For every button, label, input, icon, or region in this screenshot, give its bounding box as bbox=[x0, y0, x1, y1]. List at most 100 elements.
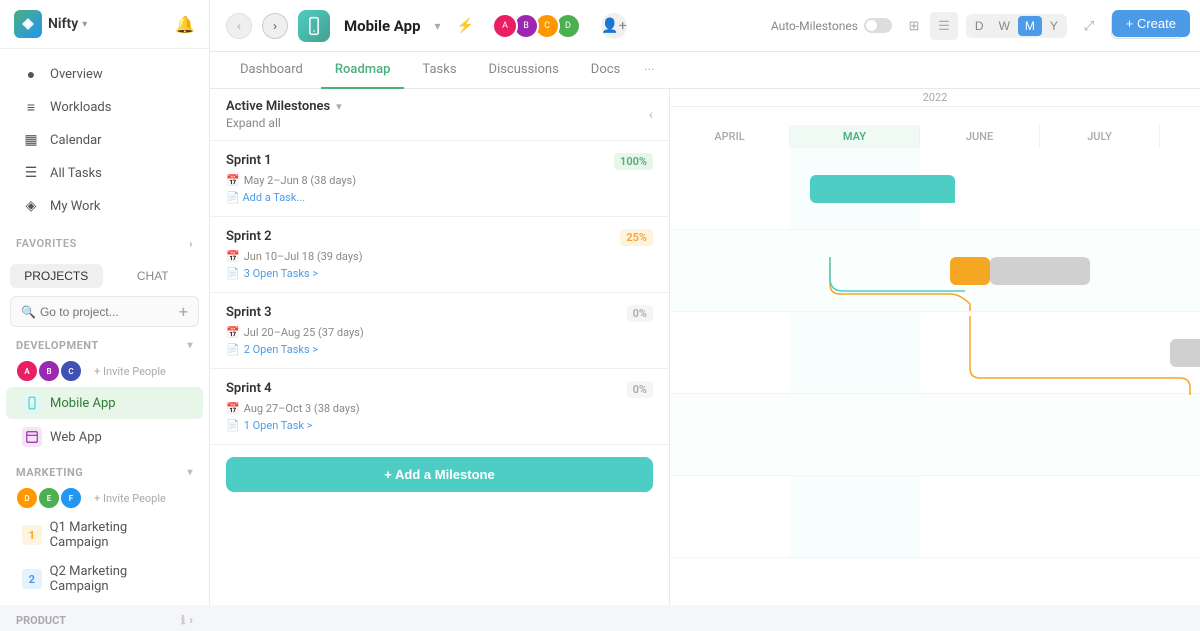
sprint-3-tasks[interactable]: 📄 2 Open Tasks > bbox=[226, 343, 653, 356]
gantt-panel: 2022 APRIL MAY JUNE JULY AUGUST SEPTEMBE… bbox=[670, 89, 1200, 605]
sprint-4-tasks[interactable]: 📄 1 Open Task > bbox=[226, 419, 653, 432]
expand-all[interactable]: Expand all bbox=[226, 116, 342, 130]
mkt-invite-people[interactable]: + Invite People bbox=[94, 492, 166, 505]
sidebar-label-calendar: Calendar bbox=[50, 133, 102, 148]
sprint-2-bar-start[interactable] bbox=[950, 257, 990, 285]
sprint-1-action: Add a Task... bbox=[242, 191, 305, 204]
month-august: AUGUST bbox=[1160, 125, 1200, 148]
tab-discussions[interactable]: Discussions bbox=[475, 52, 573, 89]
project-item-q2[interactable]: 2 Q2 Marketing Campaign bbox=[6, 558, 203, 600]
auto-milestones-toggle-container: Auto-Milestones bbox=[771, 18, 892, 33]
add-milestone-button[interactable]: + Add a Milestone bbox=[226, 457, 653, 492]
sprint-3-action: 2 Open Tasks > bbox=[244, 343, 318, 356]
search-project-input[interactable] bbox=[40, 305, 179, 319]
top-avatar-1: A bbox=[492, 13, 518, 39]
list-view-button[interactable]: ☰ bbox=[930, 12, 958, 40]
sprint-2-date-text: Jun 10–Jul 18 (39 days) bbox=[244, 250, 363, 263]
q1-icon: 1 bbox=[22, 525, 42, 545]
sidebar: Nifty ▾ 🔔 ● Overview ≡ Workloads ▦ Calen… bbox=[0, 0, 210, 605]
dev-avatar-3: C bbox=[60, 360, 82, 382]
topbar: ‹ › Mobile App ▾ ⚡ A B C D 👤+ Auto-Miles… bbox=[210, 0, 1200, 52]
milestones-title: Active Milestones bbox=[226, 99, 330, 114]
project-item-mobile-app[interactable]: Mobile App bbox=[6, 387, 203, 419]
q2-icon: 2 bbox=[22, 569, 42, 589]
month-may: MAY bbox=[790, 125, 920, 148]
sidebar-nav: ● Overview ≡ Workloads ▦ Calendar ☰ All … bbox=[0, 49, 209, 231]
day-button[interactable]: D bbox=[968, 16, 991, 36]
sprint-2-bar-end[interactable] bbox=[990, 257, 1090, 285]
sidebar-item-all-tasks[interactable]: ☰ All Tasks bbox=[6, 157, 203, 189]
document-icon-4: 📄 bbox=[226, 419, 240, 432]
project-item-q1[interactable]: 1 Q1 Marketing Campaign bbox=[6, 514, 203, 556]
week-button[interactable]: W bbox=[992, 16, 1017, 36]
gantt-year: 2022 bbox=[670, 89, 1200, 107]
grid-view-button[interactable]: ⊞ bbox=[900, 12, 928, 40]
back-button[interactable]: ‹ bbox=[226, 13, 252, 39]
auto-milestones-toggle[interactable] bbox=[864, 18, 892, 33]
milestones-title-container: Active Milestones ▾ Expand all bbox=[226, 99, 342, 130]
tab-tasks[interactable]: Tasks bbox=[408, 52, 470, 89]
project-dropdown-arrow[interactable]: ▾ bbox=[435, 19, 441, 33]
projects-tab[interactable]: PROJECTS bbox=[10, 264, 103, 288]
tab-docs[interactable]: Docs bbox=[577, 52, 634, 89]
create-button[interactable]: + Create bbox=[1112, 10, 1190, 37]
sprint-2: Sprint 2 25% 📅 Jun 10–Jul 18 (39 days) 📄… bbox=[210, 217, 669, 293]
sprint-4-action: 1 Open Task > bbox=[244, 419, 313, 432]
milestones-dropdown-arrow[interactable]: ▾ bbox=[336, 100, 342, 113]
panel-collapse-button[interactable]: ‹ bbox=[649, 107, 653, 123]
sprint-2-badge: 25% bbox=[620, 229, 653, 246]
view-buttons: ⊞ ☰ bbox=[900, 12, 958, 40]
time-buttons: D W M Y bbox=[966, 14, 1067, 38]
main-content: ‹ › Mobile App ▾ ⚡ A B C D 👤+ Auto-Miles… bbox=[210, 0, 1200, 605]
sprint-2-tasks[interactable]: 📄 3 Open Tasks > bbox=[226, 267, 653, 280]
more-tabs-button[interactable]: ··· bbox=[638, 53, 660, 88]
sprint-4: Sprint 4 0% 📅 Aug 27–Oct 3 (38 days) 📄 1… bbox=[210, 369, 669, 445]
web-app-label: Web App bbox=[50, 430, 102, 445]
product-section[interactable]: PRODUCT ℹ › bbox=[0, 605, 209, 631]
dev-invite-people[interactable]: + Invite People bbox=[94, 365, 166, 378]
tab-roadmap[interactable]: Roadmap bbox=[321, 52, 405, 89]
fullscreen-button[interactable]: ⤢ bbox=[1075, 12, 1103, 40]
forward-button[interactable]: › bbox=[262, 13, 288, 39]
product-chevron: › bbox=[189, 613, 193, 627]
sprint-3-bar[interactable] bbox=[1170, 339, 1200, 367]
year-button[interactable]: Y bbox=[1043, 16, 1065, 36]
sidebar-item-calendar[interactable]: ▦ Calendar bbox=[6, 124, 203, 156]
sprint-3-date: 📅 Jul 20–Aug 25 (37 days) bbox=[226, 326, 653, 339]
sprint-1-date: 📅 May 2–Jun 8 (38 days) bbox=[226, 174, 653, 187]
marketing-team-avatars: D E F + Invite People bbox=[0, 483, 209, 513]
top-team-avatars: A B C D bbox=[492, 13, 581, 39]
sidebar-item-workloads[interactable]: ≡ Workloads bbox=[6, 91, 203, 123]
sidebar-item-overview[interactable]: ● Overview bbox=[6, 58, 203, 90]
add-project-button[interactable]: + bbox=[179, 302, 188, 321]
bell-icon[interactable]: 🔔 bbox=[175, 15, 195, 34]
content-area: Active Milestones ▾ Expand all ‹ Sprint … bbox=[210, 89, 1200, 605]
month-button[interactable]: M bbox=[1018, 16, 1042, 36]
mobile-app-icon bbox=[22, 393, 42, 413]
mobile-app-label: Mobile App bbox=[50, 396, 116, 411]
sprint-4-date-text: Aug 27–Oct 3 (38 days) bbox=[244, 402, 360, 415]
sprint-1-add-task[interactable]: 📄 Add a Task... bbox=[226, 191, 653, 204]
marketing-section-label[interactable]: MARKETING ▾ bbox=[0, 458, 209, 483]
web-app-icon bbox=[22, 427, 42, 447]
document-icon-3: 📄 bbox=[226, 343, 240, 356]
project-item-web-app[interactable]: Web App bbox=[6, 421, 203, 453]
development-section-label[interactable]: DEVELOPMENT ▾ bbox=[0, 331, 209, 356]
tab-dashboard[interactable]: Dashboard bbox=[226, 52, 317, 89]
chat-tab[interactable]: CHAT bbox=[107, 264, 200, 288]
favorites-section[interactable]: FAVORITES › bbox=[0, 231, 209, 256]
mkt-avatar-3: F bbox=[60, 487, 82, 509]
sprint-4-header: Sprint 4 0% bbox=[226, 381, 653, 398]
marketing-label: MARKETING bbox=[16, 466, 83, 479]
sprint-1-bar[interactable] bbox=[810, 175, 955, 203]
sprint-3-header: Sprint 3 0% bbox=[226, 305, 653, 322]
nav-tabs: Dashboard Roadmap Tasks Discussions Docs… bbox=[210, 52, 1200, 89]
q1-label: Q1 Marketing Campaign bbox=[50, 520, 187, 550]
nifty-logo bbox=[14, 10, 42, 38]
sprint-3: Sprint 3 0% 📅 Jul 20–Aug 25 (37 days) 📄 … bbox=[210, 293, 669, 369]
milestones-panel: Active Milestones ▾ Expand all ‹ Sprint … bbox=[210, 89, 670, 605]
add-member-button[interactable]: 👤+ bbox=[601, 13, 627, 39]
sprint-3-badge: 0% bbox=[627, 305, 653, 322]
sidebar-item-my-work[interactable]: ◈ My Work bbox=[6, 190, 203, 222]
sprint-1-header: Sprint 1 100% bbox=[226, 153, 653, 170]
